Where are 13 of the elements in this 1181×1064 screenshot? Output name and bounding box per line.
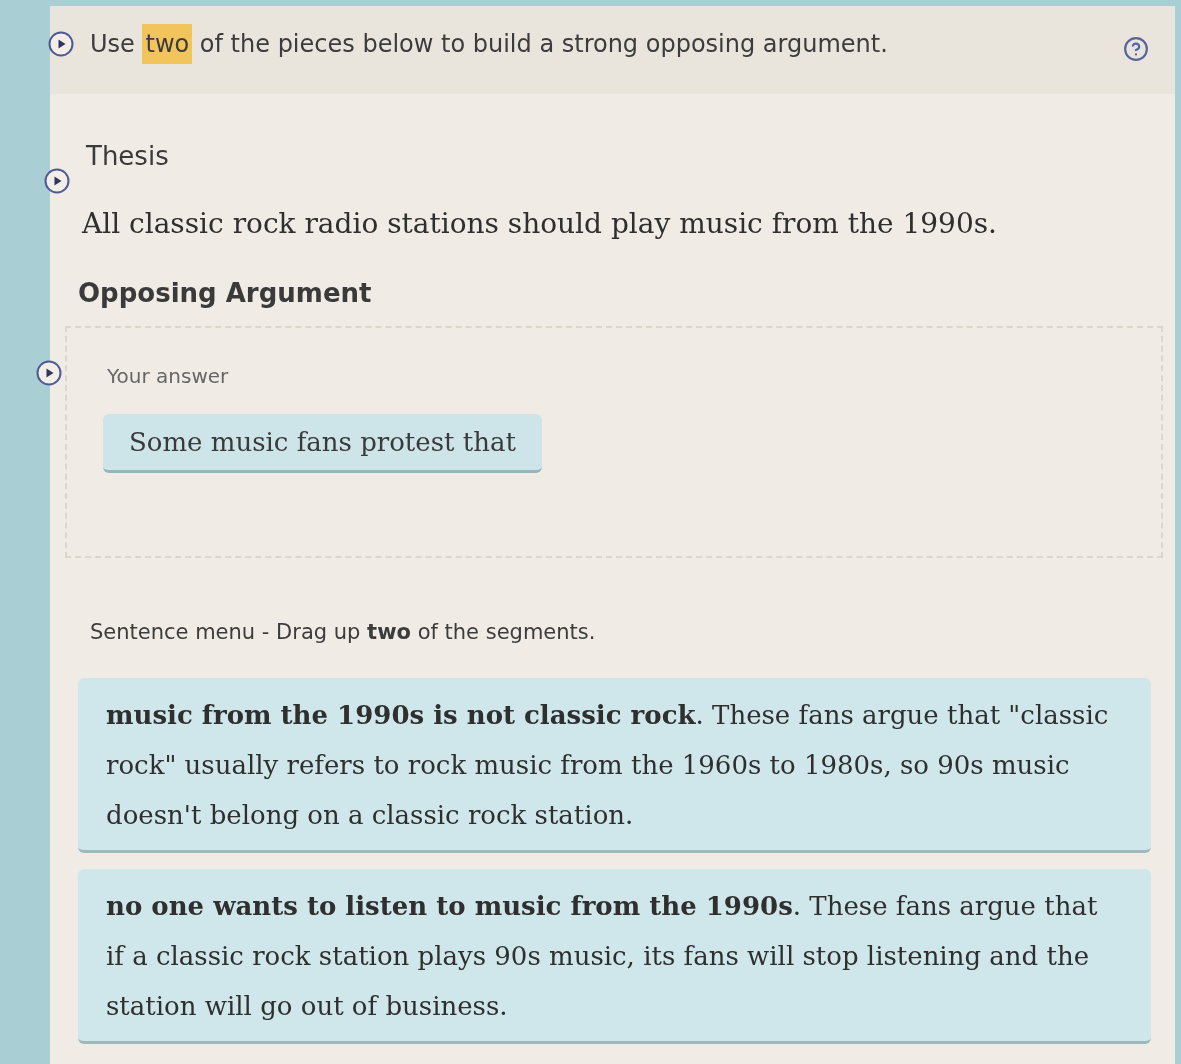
sentence-menu-instruction: Sentence menu - Drag up two of the segments.: [90, 619, 597, 646]
play-icon[interactable]: [48, 31, 74, 57]
sentence-segment[interactable]: no one wants to listen to music from the 1990s. These fans argue that if a classic rock station plays 90s music, its fans will stop listening and the station will go out of business.: [78, 869, 1151, 1044]
answer-drop-zone[interactable]: Your answer Some music fans protest that: [65, 326, 1163, 558]
answer-label: Your answer: [107, 363, 229, 390]
play-icon[interactable]: [36, 360, 62, 386]
answer-piece[interactable]: Some music fans protest that: [103, 414, 542, 473]
help-icon[interactable]: [1123, 36, 1149, 62]
thesis-heading: Thesis: [86, 140, 169, 172]
sentence-segment[interactable]: music from the 1990s is not classic rock. These fans argue that "classic rock" usually refers to rock music from the 1960s to 1980s, so 90s music doesn't belong on a classic rock station.: [78, 678, 1151, 853]
play-icon[interactable]: [44, 168, 70, 194]
thesis-text: All classic rock radio stations should play music from the 1990s.: [82, 206, 999, 242]
opposing-argument-heading: Opposing Argument: [78, 277, 373, 310]
